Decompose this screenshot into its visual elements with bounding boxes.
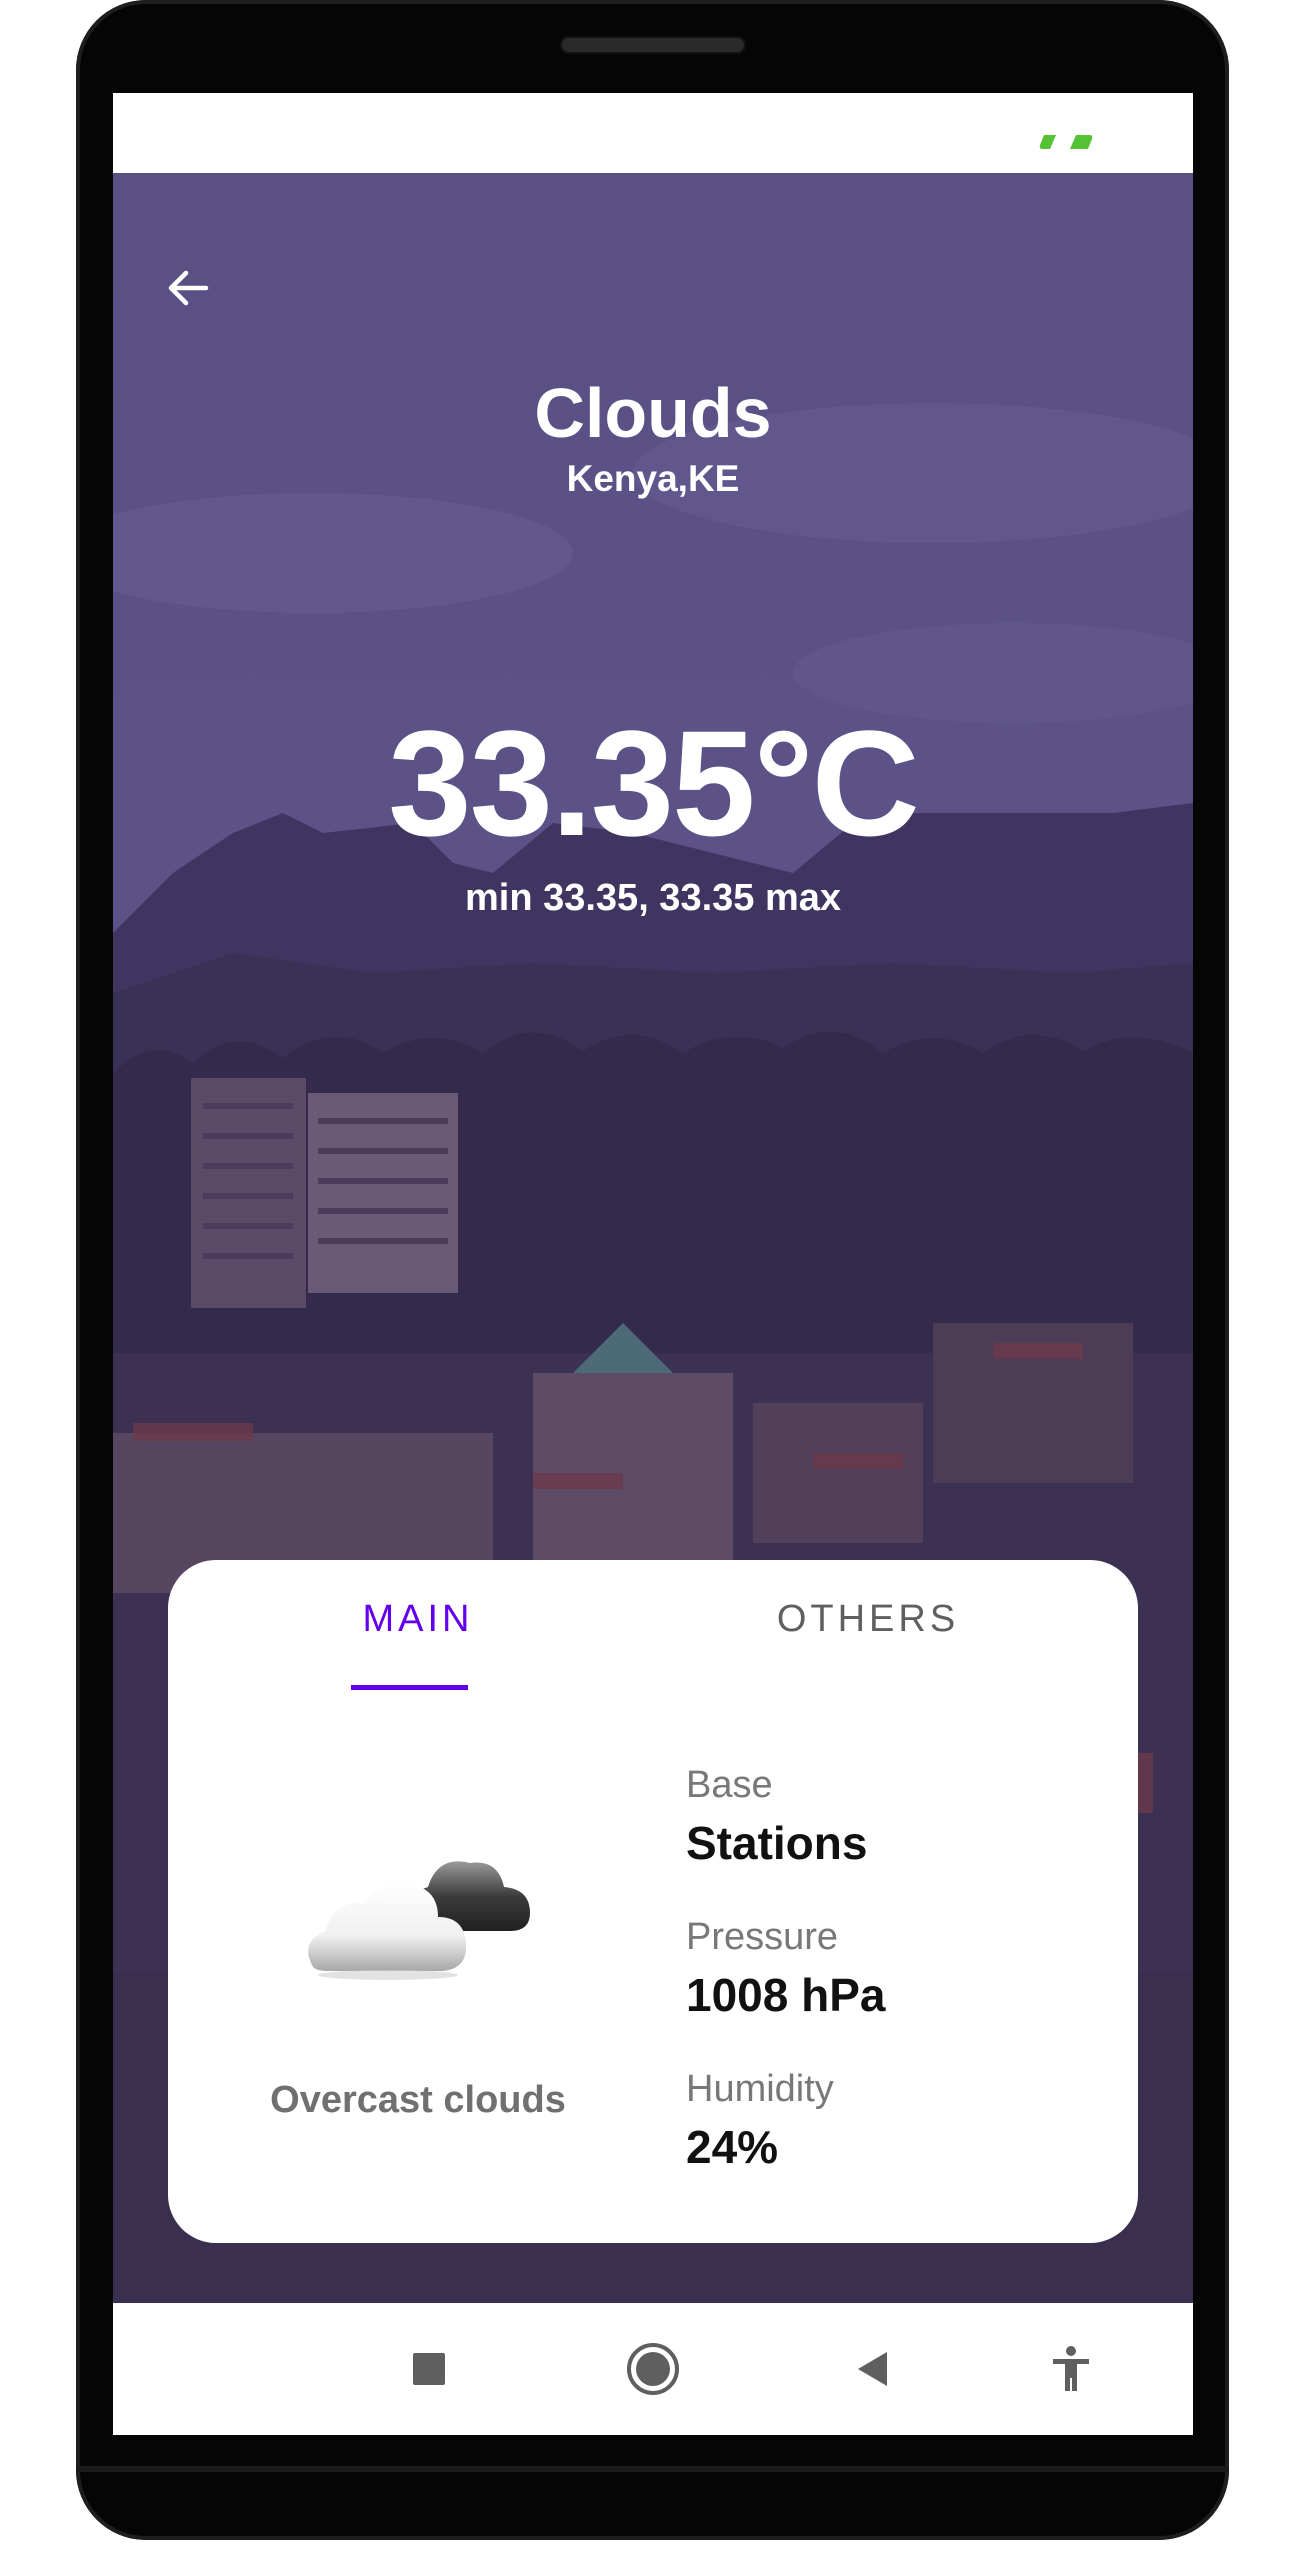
back-nav-button[interactable] [843, 2339, 903, 2399]
phone-speaker [560, 36, 746, 54]
tab-main[interactable]: MAIN [298, 1598, 538, 1688]
phone-screen: Clouds Kenya,KE 33.35°C min 33.35, 33.35… [113, 93, 1193, 2435]
recents-square-icon [413, 2353, 445, 2385]
tab-others[interactable]: OTHERS [708, 1598, 1028, 1688]
tab-indicator [351, 1685, 468, 1690]
recents-button[interactable] [399, 2339, 459, 2399]
humidity-label: Humidity [686, 2068, 834, 2110]
weather-condition: Clouds [534, 374, 772, 452]
accessibility-icon [1053, 2346, 1089, 2391]
temperature-value: 33.35°C [388, 699, 920, 867]
pressure-label: Pressure [686, 1916, 839, 1958]
home-circle-icon [627, 2343, 679, 2395]
location-label: Kenya,KE [566, 458, 740, 499]
overcast-clouds-icon [308, 1861, 530, 1980]
battery-icon [1039, 135, 1093, 149]
phone-chin [76, 2466, 1229, 2472]
accessibility-button[interactable] [1041, 2339, 1101, 2399]
base-label: Base [686, 1764, 773, 1806]
weather-screen: Clouds Kenya,KE 33.35°C min 33.35, 33.35… [113, 173, 1193, 2303]
home-button[interactable] [623, 2339, 683, 2399]
min-max-temperature: min 33.35, 33.35 max [464, 877, 842, 919]
back-triangle-icon [858, 2352, 887, 2386]
pressure-value: 1008 hPa [686, 1969, 886, 2021]
weather-details-card: MAIN OTHERS Overcast clouds Base Station… [168, 1560, 1138, 2243]
weather-description: Overcast clouds [270, 2079, 566, 2121]
humidity-value: 24% [686, 2121, 779, 2173]
back-button[interactable] [153, 253, 223, 323]
status-bar [113, 93, 1193, 173]
arrow-left-icon [168, 270, 209, 306]
system-nav-bar [113, 2303, 1193, 2435]
page: Clouds Kenya,KE 33.35°C min 33.35, 33.35… [0, 0, 1305, 2550]
base-value: Stations [686, 1817, 868, 1869]
